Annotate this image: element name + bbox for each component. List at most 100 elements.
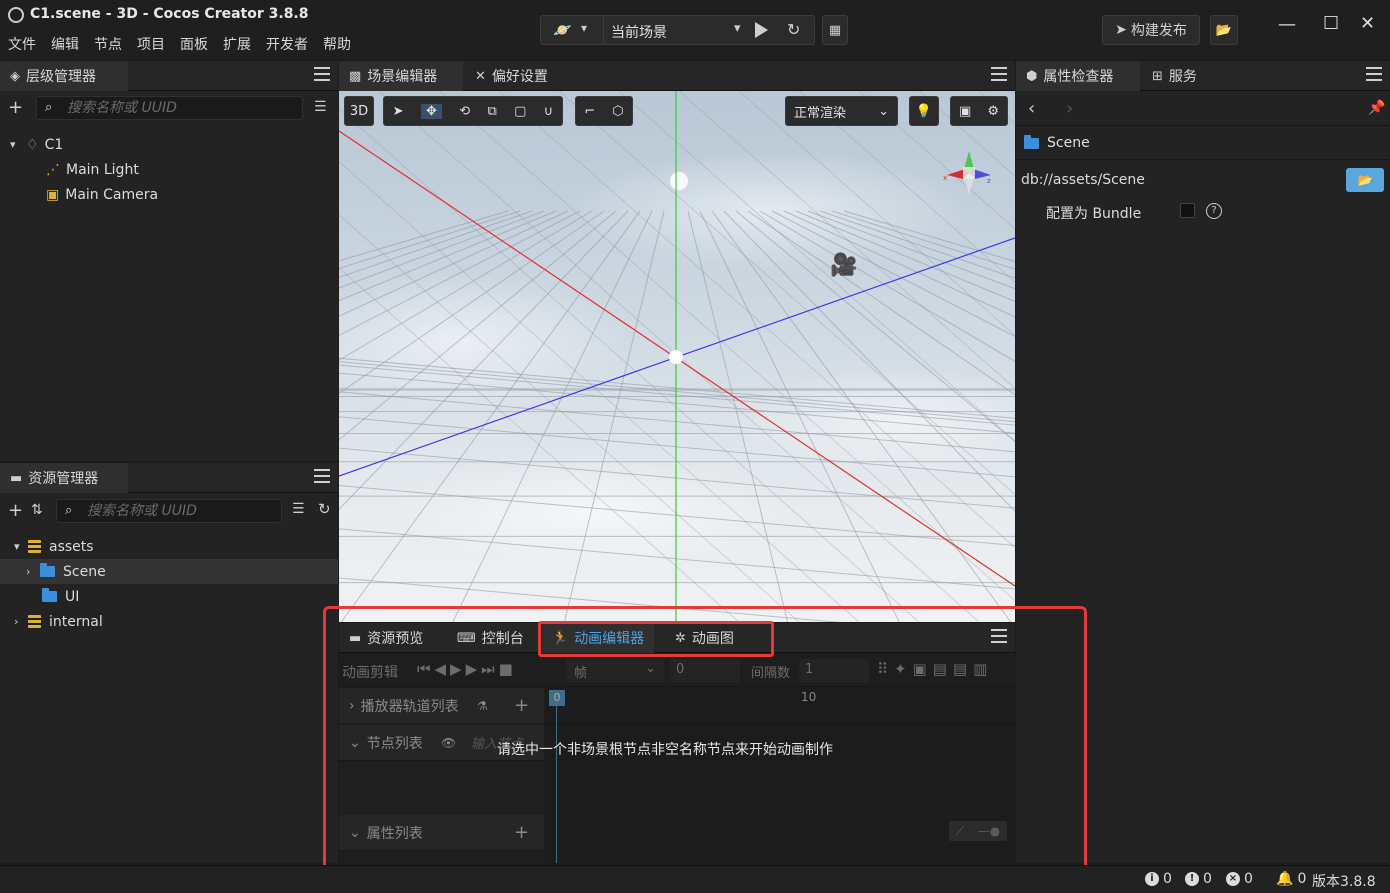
- panel-menu-icon[interactable]: [991, 67, 1007, 81]
- qrcode-icon[interactable]: ▦: [822, 15, 848, 45]
- tab-animation-editor[interactable]: 🏃 动画编辑器: [542, 623, 655, 653]
- build-button[interactable]: ➤ 构建发布: [1102, 15, 1200, 45]
- tab-hierarchy[interactable]: ◈ 层级管理器: [0, 61, 128, 91]
- tab-asset-preview[interactable]: ▬ 资源预览: [339, 623, 433, 653]
- sort-icon[interactable]: ⇅: [31, 502, 43, 518]
- eye-icon[interactable]: 👁: [441, 736, 456, 750]
- scene-viewport[interactable]: 🎥 x z: [339, 91, 1015, 622]
- property-list-row[interactable]: ⌄ 属性列表 +: [339, 815, 544, 851]
- tree-node-c1[interactable]: ▾ ♢ C1: [0, 132, 338, 157]
- chevron-right-icon[interactable]: ›: [14, 615, 28, 628]
- open-folder-icon[interactable]: 📂: [1346, 168, 1384, 192]
- snap-tool-icon[interactable]: ∪: [544, 104, 554, 119]
- tab-assets[interactable]: ▬ 资源管理器: [0, 463, 128, 493]
- bundle-checkbox[interactable]: [1180, 203, 1195, 218]
- tab-preferences[interactable]: ✕ 偏好设置: [465, 61, 558, 91]
- panel-menu-icon[interactable]: [991, 629, 1007, 643]
- build-label: 构建发布: [1130, 23, 1187, 39]
- refresh-icon[interactable]: ↻: [787, 20, 800, 39]
- rotate-tool-icon[interactable]: ⟲: [459, 104, 470, 119]
- tab-services[interactable]: ⊞ 服务: [1142, 61, 1207, 91]
- menu-bar: 文件 编辑 节点 项目 面板 扩展 开发者 帮助: [8, 34, 366, 54]
- add-node-icon[interactable]: +: [8, 97, 23, 118]
- panel-menu-icon[interactable]: [314, 67, 330, 81]
- render-mode-select[interactable]: 正常渲染 ⌄: [785, 96, 898, 126]
- back-icon[interactable]: ‹: [1028, 98, 1035, 119]
- tree-item-scene[interactable]: › Scene: [0, 559, 338, 584]
- assets-search-input[interactable]: [87, 502, 275, 520]
- cube-icon[interactable]: ⬡: [612, 104, 623, 119]
- scale-tool-icon[interactable]: ⧉: [487, 104, 496, 119]
- tree-node-main-camera[interactable]: ▣ Main Camera: [0, 182, 338, 207]
- menu-edit[interactable]: 编辑: [51, 34, 79, 54]
- player-track-row[interactable]: › 播放器轨道列表 ⚗ +: [339, 688, 544, 724]
- move-tool-icon[interactable]: ✥: [420, 103, 442, 119]
- tab-animation-graph[interactable]: ✲ 动画图: [665, 623, 744, 653]
- status-error[interactable]: × 0: [1226, 871, 1253, 887]
- playhead-line[interactable]: [556, 706, 557, 863]
- lightbulb-icon[interactable]: 💡: [909, 96, 939, 126]
- forward-icon[interactable]: ›: [1066, 98, 1073, 119]
- tab-console[interactable]: ⌨ 控制台: [447, 623, 534, 653]
- add-asset-icon[interactable]: +: [8, 500, 23, 521]
- frame-input[interactable]: 0: [670, 659, 740, 683]
- chevron-right-icon[interactable]: ›: [26, 565, 40, 578]
- keyframe-line-icon[interactable]: —●: [978, 824, 1000, 838]
- menu-panel[interactable]: 面板: [180, 34, 208, 54]
- hierarchy-search-input[interactable]: [67, 99, 296, 117]
- tree-item-ui[interactable]: UI: [0, 584, 338, 609]
- planet-icon[interactable]: 🪐: [553, 21, 572, 39]
- open-folder-icon[interactable]: 📂: [1210, 15, 1238, 45]
- menu-developer[interactable]: 开发者: [266, 34, 308, 54]
- chevron-down-icon[interactable]: ▾: [581, 21, 587, 35]
- select-tool-icon[interactable]: ➤: [393, 104, 404, 119]
- axis-gizmo-icon[interactable]: x z: [943, 147, 995, 199]
- pin-icon[interactable]: 📌: [1368, 100, 1385, 116]
- toggle-3d-button[interactable]: 3D: [344, 96, 374, 126]
- tree-node-main-light[interactable]: ⋰ Main Light: [0, 157, 338, 182]
- status-warning[interactable]: ! 0: [1185, 871, 1212, 887]
- panel-menu-icon[interactable]: [314, 469, 330, 483]
- camera-icon[interactable]: ▣: [959, 104, 971, 119]
- timeline-mark-0[interactable]: 0: [549, 690, 565, 706]
- menu-node[interactable]: 节点: [94, 34, 122, 54]
- minimize-icon[interactable]: —: [1278, 14, 1296, 35]
- hierarchy-search[interactable]: ⌕: [36, 96, 303, 120]
- tab-inspector[interactable]: ⬢ 属性检查器: [1016, 61, 1140, 91]
- collapse-list-icon[interactable]: ☰: [292, 501, 305, 517]
- interval-input[interactable]: 1: [799, 659, 869, 683]
- camera-gizmo-icon[interactable]: 🎥: [830, 253, 857, 278]
- rect-tool-icon[interactable]: ▢: [514, 104, 526, 119]
- curve-icon[interactable]: ⟋: [956, 824, 964, 839]
- animation-tools[interactable]: ⠿✦▣▤▤▥: [877, 660, 993, 678]
- play-icon[interactable]: [755, 22, 768, 38]
- refresh-icon[interactable]: ↻: [318, 500, 331, 518]
- timeline-area[interactable]: 0 10 ⟋ —●: [545, 688, 1015, 863]
- scene-select[interactable]: 当前场景: [611, 22, 667, 42]
- sort-list-icon[interactable]: ☰: [314, 99, 327, 115]
- tree-item-internal[interactable]: › internal: [0, 609, 338, 634]
- status-notify[interactable]: 🔔 0: [1276, 871, 1306, 887]
- menu-file[interactable]: 文件: [8, 34, 36, 54]
- maximize-icon[interactable]: ☐: [1323, 13, 1339, 34]
- tab-scene-editor[interactable]: ▩ 场景编辑器: [339, 61, 463, 91]
- playback-controls[interactable]: ⏮◀▶▶⏭■: [417, 660, 517, 678]
- chevron-down-icon[interactable]: ▾: [14, 540, 28, 553]
- menu-help[interactable]: 帮助: [323, 34, 351, 54]
- unit-select[interactable]: 帧 ⌄: [566, 659, 664, 683]
- assets-search[interactable]: ⌕: [56, 499, 282, 523]
- pivot-icon[interactable]: ⌐: [584, 104, 595, 119]
- gear-icon[interactable]: ⚙: [987, 104, 999, 119]
- close-icon[interactable]: ✕: [1360, 13, 1375, 34]
- curve-toggle[interactable]: ⟋ —●: [949, 821, 1007, 841]
- menu-extension[interactable]: 扩展: [223, 34, 251, 54]
- add-property-icon[interactable]: +: [514, 822, 529, 843]
- menu-project[interactable]: 项目: [137, 34, 165, 54]
- panel-menu-icon[interactable]: [1366, 67, 1382, 81]
- status-info[interactable]: i0: [1145, 871, 1172, 887]
- help-icon[interactable]: ?: [1206, 203, 1222, 219]
- chevron-down-icon[interactable]: ▾: [10, 138, 24, 151]
- add-track-icon[interactable]: +: [514, 695, 529, 716]
- tree-item-assets[interactable]: ▾ assets: [0, 534, 338, 559]
- chevron-down-icon[interactable]: ▾: [734, 21, 741, 36]
